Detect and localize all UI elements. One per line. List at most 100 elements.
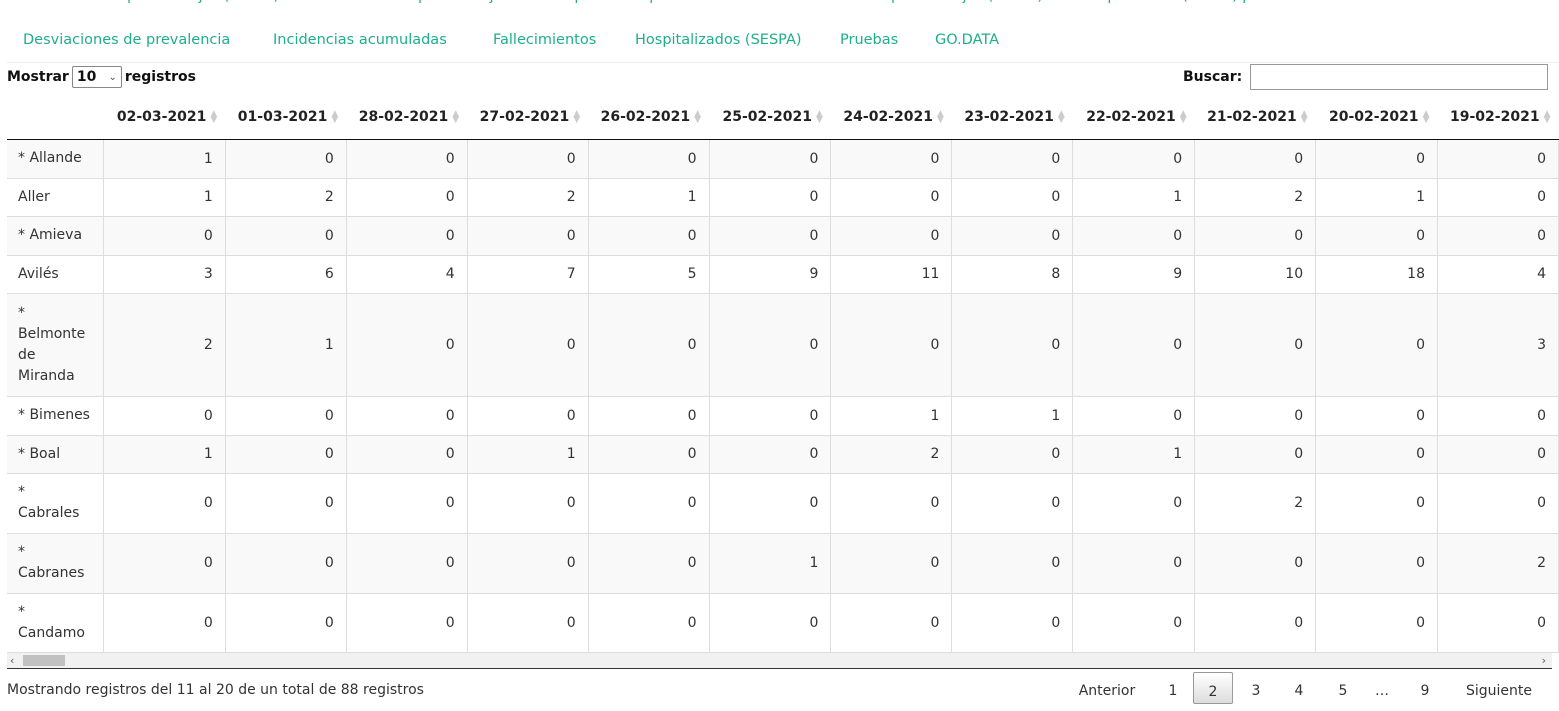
data-table: 02-03-2021 ▲ ▼ 01-03-2021 ▲ ▼ 28-02-2021 ▲ ▼ 27-0… [7,96,1559,653]
table-cell: 0 [224,139,347,179]
column-header-date[interactable]: 22-02-2021 ▲ ▼ [1072,96,1195,140]
table-cell: 0 [345,533,468,594]
column-header-date[interactable]: 24-02-2021 ▲ ▼ [830,96,952,140]
pagination-page-3[interactable]: 3 [1241,672,1271,704]
table-cell: 2 [224,178,347,217]
sort-icon: ▲ ▼ [1300,109,1308,126]
table-cell: 0 [345,435,468,474]
tab-3[interactable]: % población positiva acum. [556,0,755,4]
horizontal-scrollbar[interactable]: ‹ › [7,653,1552,669]
row-name-word: Cabrales [18,505,80,521]
column-header-label: 23-02-2021 [964,109,1054,126]
sort-icon: ▲ ▼ [1422,109,1430,126]
column-header-label: 26-02-2021 [600,109,691,126]
table-cell: 0 [1194,139,1317,179]
column-header-date[interactable]: 25-02-2021 ▲ ▼ [709,96,831,140]
tab-9[interactable]: Hospitalizados (SESPA) [635,32,802,48]
row-name-cell: * Candamo [7,593,104,653]
column-header-date[interactable]: 27-02-2021 ▲ ▼ [467,96,589,140]
column-header-date[interactable]: 26-02-2021 ▲ ▼ [588,96,710,140]
page-length-select[interactable]: 10 ⌄ [71,66,122,88]
tab-10[interactable]: Pruebas [840,32,898,48]
scroll-left-icon[interactable]: ‹ [10,653,14,668]
table-cell: 0 [708,593,832,653]
column-header-label: 22-02-2021 [1086,109,1176,126]
table-cell: 0 [102,473,226,534]
table-cell: 0 [587,216,710,256]
table-cell: 0 [1315,293,1438,397]
tab-5[interactable]: % población (≥ 65a) positiva acum. [1089,0,1349,4]
column-header-date[interactable]: 28-02-2021 ▲ ▼ [346,96,468,140]
table-row: * Cabrales 0 0 0 0 0 0 0 0 0 2 0 0 [7,473,1559,534]
column-header-date[interactable]: 01-03-2021 ▲ ▼ [225,96,347,140]
table-cell: 0 [1315,533,1438,594]
table-cell: 0 [1072,293,1196,397]
pagination-prev[interactable]: Anterior [1070,672,1144,704]
table-cell: 0 [1436,139,1559,179]
table-row: * Amieva 0 0 0 0 0 0 0 0 0 0 0 0 [7,216,1559,256]
table-cell: 0 [951,593,1074,653]
search-control: Buscar: [1183,64,1549,90]
table-cell: 2 [466,178,589,217]
column-header-date[interactable]: 23-02-2021 ▲ ▼ [951,96,1073,140]
table-cell: 0 [1436,178,1559,217]
row-name-cell: * Belmonte de Miranda [7,293,104,397]
pagination-ellipsis[interactable]: … [1370,672,1394,704]
table-cell: 0 [951,473,1074,534]
chevron-down-icon: ⌄ [108,71,117,83]
table-cell: 0 [1072,396,1196,436]
page-length-value: 10 [76,69,97,85]
table-row: * Cabranes 0 0 0 0 0 1 0 0 0 0 0 2 [7,533,1559,594]
table-cell: 0 [830,533,953,594]
table-cell: 3 [102,255,226,294]
table-cell: 0 [224,533,347,594]
table-cell: 0 [345,216,468,256]
column-header-name [7,96,104,140]
table-cell: 0 [466,473,589,534]
table-cell: 0 [830,216,953,256]
table-cell: 6 [224,255,347,294]
tab-6[interactable]: Desviaciones de prevalencia [23,32,230,48]
sort-icon: ▲ ▼ [1543,109,1551,126]
table-cell: 0 [708,435,832,474]
pagination-next[interactable]: Siguiente [1457,672,1541,704]
pagination-page-2[interactable]: 2 [1193,672,1233,704]
column-header-label: 25-02-2021 [722,109,813,126]
table-cell: 1 [102,178,226,217]
table-row: * Allande 1 0 0 0 0 0 0 0 0 0 0 0 [7,139,1559,179]
column-header-date[interactable]: 19-02-2021 ▲ ▼ [1437,96,1559,140]
table-cell: 0 [224,473,347,534]
table-cell: 0 [830,293,953,397]
scroll-right-icon[interactable]: › [1542,653,1546,668]
search-input[interactable] [1250,64,1549,90]
table-cell: 0 [951,533,1074,594]
tab-1[interactable]: Nuevos casos por concejos (≥ 65a) [23,0,279,4]
scrollbar-thumb[interactable] [23,655,65,666]
column-header-label: 28-02-2021 [358,109,449,126]
pagination-page-1[interactable]: 1 [1160,672,1186,704]
pagination-page-5[interactable]: 5 [1328,672,1358,704]
pagination-page-4[interactable]: 4 [1284,672,1314,704]
table-cell: 0 [951,216,1074,256]
row-star: * [18,304,25,321]
table-info: Mostrando registros del 11 al 20 de un t… [7,682,424,698]
column-header-date[interactable]: 02-03-2021 ▲ ▼ [103,96,226,140]
column-header-date[interactable]: 20-02-2021 ▲ ▼ [1315,96,1438,140]
row-name-cell: * Boal [7,435,104,474]
table-cell: 0 [466,533,589,594]
row-name-word: de [18,346,36,363]
tab-4[interactable]: Casos acum. por concejos (≥ 65a) [794,0,1043,4]
column-header-date[interactable]: 21-02-2021 ▲ ▼ [1194,96,1316,140]
table-row: * Bimenes 0 0 0 0 0 0 1 1 0 0 0 0 [7,396,1559,436]
tab-11[interactable]: GO.DATA [935,32,999,48]
table-cell: 0 [708,216,832,256]
table-cell: 0 [587,435,710,474]
page-length-control: Mostrar 10 ⌄ registros [7,64,196,90]
tab-2[interactable]: Casos acum. por concejos [321,0,510,4]
table-cell: 0 [1194,396,1317,436]
tab-8[interactable]: Fallecimientos [493,32,596,48]
tab-7[interactable]: Incidencias acumuladas [273,32,447,48]
table-cell: 0 [1194,533,1317,594]
table-cell: 3 [1436,293,1559,397]
pagination-page-9[interactable]: 9 [1410,672,1440,704]
